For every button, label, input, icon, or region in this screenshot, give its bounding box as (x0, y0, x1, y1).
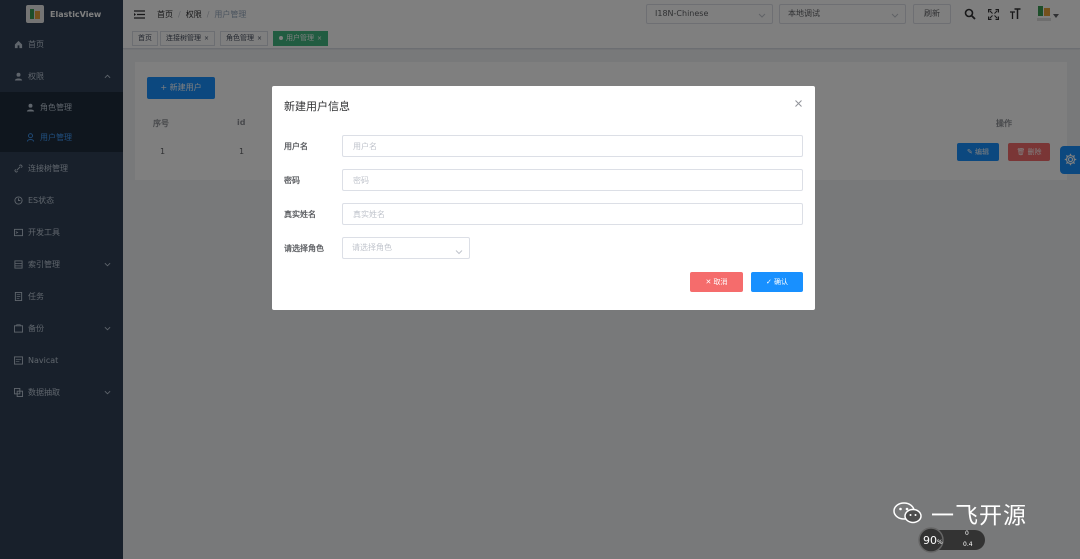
role-label: 请选择角色 (284, 244, 324, 253)
watermark-text: 一飞开源 (931, 503, 1027, 529)
system-percent: 90% (923, 534, 943, 547)
cancel-button[interactable]: ✕ 取消 (690, 272, 743, 292)
realname-label: 真实姓名 (284, 210, 316, 219)
confirm-button[interactable]: ✓ 确认 (751, 272, 803, 292)
username-field[interactable] (342, 135, 803, 157)
cancel-label: 取消 (713, 278, 728, 286)
network-up: 0 (965, 530, 969, 537)
network-down: 0.4 (963, 541, 973, 548)
realname-field[interactable] (342, 203, 803, 225)
check-icon: ✓ (765, 278, 772, 286)
close-icon: ✕ (705, 278, 712, 286)
dialog-title: 新建用户信息 (284, 100, 350, 113)
system-monitor-badge: 90% 0 0.4 (917, 527, 987, 553)
role-select-placeholder: 请选择角色 (352, 243, 392, 252)
wechat-icon (893, 501, 923, 525)
create-user-dialog: 新建用户信息 用户名 密码 真实姓名 请选择角色 请选择角色 ✕ 取消 ✓ 确认 (272, 86, 815, 310)
username-label: 用户名 (284, 142, 308, 151)
confirm-label: 确认 (774, 278, 789, 286)
chevron-down-icon (455, 244, 463, 264)
password-label: 密码 (284, 176, 300, 185)
close-icon[interactable] (793, 98, 803, 108)
watermark: 一飞开源 (893, 496, 1027, 530)
password-field[interactable] (342, 169, 803, 191)
role-select[interactable]: 请选择角色 (342, 237, 470, 259)
